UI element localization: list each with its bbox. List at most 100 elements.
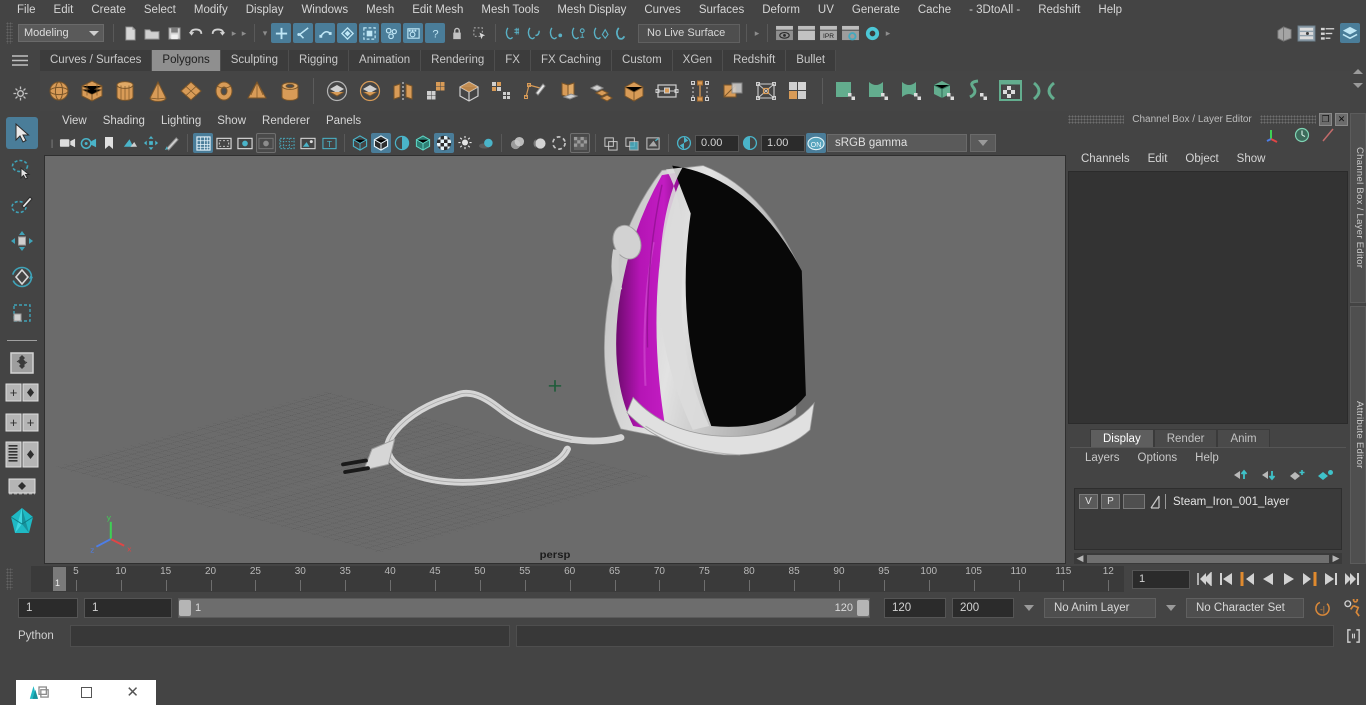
make-live-icon[interactable] [612, 23, 632, 43]
layer-playback-toggle[interactable]: P [1101, 494, 1120, 509]
attribute-editor-icon[interactable] [1296, 23, 1316, 43]
anim-start-field[interactable]: 1 [18, 598, 78, 618]
viewport-menu-panels[interactable]: Panels [318, 115, 369, 127]
poly-extrude-icon[interactable] [553, 75, 583, 107]
step-forward-keyframe-icon[interactable] [1322, 570, 1339, 588]
motion-blur-icon[interactable] [528, 133, 548, 153]
ipr-render-icon[interactable]: IPR [818, 23, 838, 43]
render-current-frame-icon[interactable] [774, 23, 794, 43]
range-bar[interactable]: 1 120 [178, 598, 870, 618]
layer-shading-toggle[interactable] [1123, 494, 1145, 509]
channelbox-menu-channels[interactable]: Channels [1072, 153, 1139, 165]
menu-generate[interactable]: Generate [843, 0, 909, 20]
grease-pencil-icon[interactable] [162, 133, 182, 153]
uv-spherical-icon[interactable] [897, 75, 927, 107]
shelf-tab-animation[interactable]: Animation [349, 50, 422, 71]
viewport-menu-renderer[interactable]: Renderer [254, 115, 318, 127]
command-input[interactable] [70, 625, 510, 647]
shelf-tab-rendering[interactable]: Rendering [421, 50, 496, 71]
xray-icon[interactable] [622, 133, 642, 153]
select-by-hierarchy-icon[interactable] [271, 23, 291, 43]
film-gate-icon[interactable] [214, 133, 234, 153]
layer-menu-layers[interactable]: Layers [1076, 452, 1129, 464]
layout-single-persp[interactable] [5, 350, 39, 376]
viewport-menu-lighting[interactable]: Lighting [153, 115, 209, 127]
menu-deform[interactable]: Deform [753, 0, 809, 20]
layout-persp-only[interactable] [5, 474, 39, 500]
play-backwards-icon[interactable] [1259, 570, 1276, 588]
select-tool[interactable] [6, 117, 38, 149]
shelf-tab-fx-caching[interactable]: FX Caching [530, 50, 613, 71]
select-rendering-icon[interactable] [403, 23, 423, 43]
scroll-right-icon[interactable]: ▶ [1330, 553, 1342, 564]
poly-cube-icon[interactable] [77, 75, 107, 107]
channelbox-menu-show[interactable]: Show [1228, 153, 1275, 165]
scroll-thumb[interactable] [1087, 554, 1329, 563]
lasso-select-tool[interactable] [6, 153, 38, 185]
screen-space-ao-icon[interactable] [507, 133, 527, 153]
range-end-handle[interactable] [857, 600, 869, 616]
color-management-toggle[interactable]: ON [806, 133, 826, 153]
uv-cylindrical-icon[interactable] [864, 75, 894, 107]
shelf-tab-sculpting[interactable]: Sculpting [220, 50, 290, 71]
shelf-tab-polygons[interactable]: Polygons [152, 50, 221, 71]
menu-create[interactable]: Create [82, 0, 135, 20]
poly-torus-icon[interactable] [209, 75, 239, 107]
redo-render-icon[interactable] [796, 23, 816, 43]
anim-layer-dropdown-icon[interactable] [1024, 605, 1034, 611]
smooth-shade-icon[interactable] [371, 133, 391, 153]
safe-action-icon[interactable] [298, 133, 318, 153]
menu-help[interactable]: Help [1089, 0, 1131, 20]
move-tool[interactable] [6, 225, 38, 257]
layer-visibility-toggle[interactable]: V [1079, 494, 1098, 509]
image-plane-icon[interactable] [120, 133, 140, 153]
layer-list-scrollbar[interactable]: ◀ ▶ [1074, 553, 1342, 564]
outliner-icon[interactable] [1274, 23, 1294, 43]
select-by-outliner-icon[interactable] [337, 23, 357, 43]
new-layer-from-selected-icon[interactable] [1317, 468, 1334, 486]
grid-toggle-icon[interactable] [193, 133, 213, 153]
poly-plane-icon[interactable] [176, 75, 206, 107]
layer-row[interactable]: V P Steam_Iron_001_layer [1079, 493, 1337, 510]
textured-icon[interactable] [434, 133, 454, 153]
camera-attributes-icon[interactable] [78, 133, 98, 153]
close-icon[interactable]: ✕ [1335, 112, 1349, 126]
play-forwards-icon[interactable] [1280, 570, 1297, 588]
menu-uv[interactable]: UV [809, 0, 843, 20]
snap-to-grid-icon[interactable] [502, 23, 522, 43]
move-layer-up-icon[interactable] [1233, 468, 1250, 486]
range-end-field[interactable]: 120 [884, 598, 946, 618]
paint-select-tool[interactable] [6, 189, 38, 221]
current-time-indicator[interactable]: 1 [53, 567, 66, 591]
layer-color-swatch[interactable] [1148, 494, 1162, 510]
redo-icon[interactable] [208, 23, 228, 43]
scroll-left-icon[interactable]: ◀ [1074, 553, 1086, 564]
go-to-start-icon[interactable] [1196, 570, 1213, 588]
perspective-viewport[interactable]: persp z x y [44, 155, 1066, 564]
lock-selection-icon[interactable] [447, 23, 467, 43]
undo-icon[interactable] [186, 23, 206, 43]
move-layer-down-icon[interactable] [1261, 468, 1278, 486]
poly-mirror-icon[interactable] [388, 75, 418, 107]
range-start-field[interactable]: 1 [84, 598, 172, 618]
rotate-tool[interactable] [6, 261, 38, 293]
uv-layout-icon[interactable] [1029, 75, 1059, 107]
layer-menu-help[interactable]: Help [1186, 452, 1228, 464]
gate-mask-icon[interactable] [256, 133, 276, 153]
channel-box-body[interactable] [1068, 171, 1348, 424]
shelf-menu-icon[interactable] [11, 52, 29, 70]
slash-icon[interactable] [1320, 127, 1336, 148]
menu-3dtoall[interactable]: - 3DtoAll - [960, 0, 1029, 20]
flat-shade-icon[interactable] [392, 133, 412, 153]
poly-separate-icon[interactable] [355, 75, 385, 107]
gamma-icon[interactable] [740, 133, 760, 153]
maximize-window-icon[interactable] [63, 687, 110, 698]
new-layer-icon[interactable] [1289, 468, 1306, 486]
hypershade-icon[interactable] [862, 23, 882, 43]
shelf-tab-xgen[interactable]: XGen [672, 50, 724, 71]
poly-sphere-icon[interactable] [44, 75, 74, 107]
poly-bevel-icon[interactable] [586, 75, 616, 107]
channel-box-icon[interactable] [1318, 23, 1338, 43]
poly-booleans-icon[interactable] [487, 75, 517, 107]
poly-offset-edge-loop-icon[interactable] [718, 75, 748, 107]
